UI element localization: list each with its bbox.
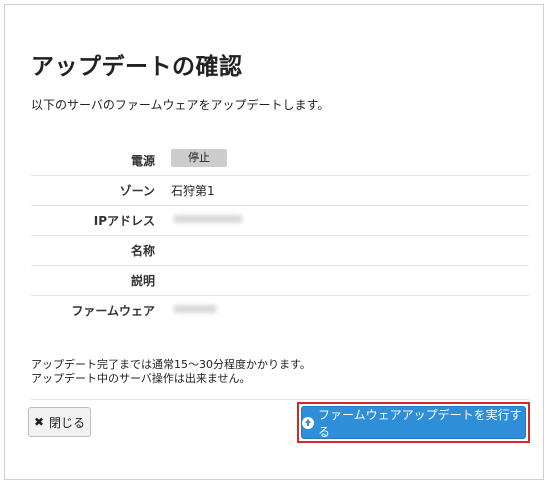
row-firmware: ファームウェア xyxy=(31,296,529,325)
arrow-circle-up-icon xyxy=(302,416,314,429)
row-zone: ゾーン 石狩第1 xyxy=(31,176,529,206)
dialog-title: アップデートの確認 xyxy=(31,54,243,80)
row-power: 電源 停止 xyxy=(31,146,529,176)
description-label: 説明 xyxy=(130,274,155,288)
close-button[interactable]: ✖ 閉じる xyxy=(28,407,91,437)
power-status-badge: 停止 xyxy=(171,149,227,167)
row-ip: IPアドレス xyxy=(31,206,529,236)
name-label: 名称 xyxy=(130,244,155,258)
row-description: 説明 xyxy=(31,266,529,296)
ip-label: IPアドレス xyxy=(93,214,155,228)
zone-label: ゾーン xyxy=(119,184,155,198)
update-notice: アップデート完了までは通常15～30分程度かかります。 アップデート中のサーバ操… xyxy=(31,358,311,386)
server-info-table: 電源 停止 ゾーン 石狩第1 IPアドレス 名称 説明 ファームウェア xyxy=(31,146,529,325)
close-icon: ✖ xyxy=(33,415,45,429)
power-label: 電源 xyxy=(130,154,155,168)
ip-value-redacted xyxy=(173,215,243,223)
zone-value: 石狩第1 xyxy=(171,184,215,198)
firmware-value-redacted xyxy=(173,305,217,313)
notice-line-1: アップデート完了までは通常15～30分程度かかります。 xyxy=(31,358,311,371)
run-button-label: ファームウェアアップデートを実行する xyxy=(318,407,522,439)
notice-line-2: アップデート中のサーバ操作は出来ません。 xyxy=(31,372,251,385)
footer-divider xyxy=(31,399,529,400)
dialog-description: 以下のサーバのファームウェアをアップデートします。 xyxy=(31,98,330,112)
firmware-label: ファームウェア xyxy=(71,304,155,318)
row-name: 名称 xyxy=(31,236,529,266)
close-button-label: 閉じる xyxy=(49,415,86,430)
run-firmware-update-button[interactable]: ファームウェアアップデートを実行する xyxy=(301,406,526,439)
